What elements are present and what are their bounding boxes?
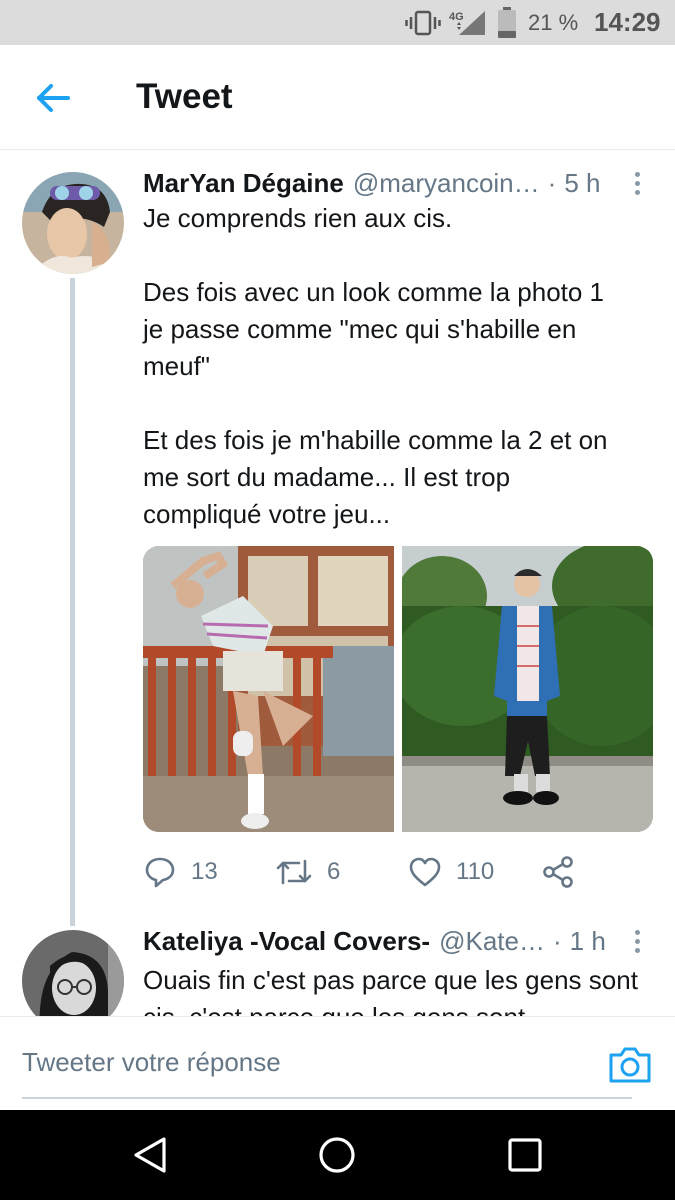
reply-text: Ouais fin c'est pas parce que les gens s… (143, 965, 638, 1016)
system-nav-bar (0, 1110, 675, 1200)
tweet-actions: 13 6 110 (143, 850, 653, 894)
tweet-photo-1[interactable] (143, 546, 394, 832)
camera-button[interactable] (606, 1045, 654, 1085)
share-button[interactable] (541, 850, 575, 894)
tweet-header: MarYan Dégaine @maryancoin… · 5 h (143, 168, 600, 202)
tweet-photo-2[interactable] (402, 546, 653, 832)
nav-home-button[interactable] (314, 1132, 360, 1178)
like-button[interactable]: 110 (408, 850, 494, 894)
camera-icon (609, 1047, 651, 1083)
back-button[interactable] (30, 75, 76, 121)
share-icon (543, 856, 573, 888)
nav-back-button[interactable] (128, 1132, 174, 1178)
home-circle-icon (319, 1137, 355, 1173)
more-options-icon[interactable] (632, 172, 642, 198)
reply-button[interactable]: 13 (143, 850, 218, 894)
reply-time: 1 h (569, 926, 606, 956)
page-title: Tweet (136, 77, 233, 116)
arrow-left-icon (37, 84, 70, 112)
retweet-icon (276, 859, 312, 885)
reply-icon (145, 857, 175, 888)
signal-icon: 4G (449, 0, 489, 45)
clock: 14:29 (594, 7, 661, 37)
network-type: 4G (449, 11, 464, 23)
author-name[interactable]: MarYan Dégaine (143, 168, 344, 199)
author-handle[interactable]: @maryancoin… (353, 168, 540, 199)
reply-author-handle[interactable]: @Kate… (439, 926, 545, 957)
separator: · (547, 168, 557, 198)
reply-more-options-icon[interactable] (632, 930, 642, 956)
retweet-count: 6 (327, 858, 341, 885)
battery-icon (497, 0, 521, 45)
reply-count: 13 (191, 858, 218, 885)
back-triangle-icon (134, 1137, 166, 1173)
like-count: 110 (456, 858, 495, 885)
compose-bar (0, 1016, 675, 1110)
status-bar: 4G 21 % 14:29 (0, 0, 675, 45)
recents-square-icon (508, 1138, 542, 1172)
nav-recents-button[interactable] (502, 1132, 548, 1178)
reply-author-name[interactable]: Kateliya -Vocal Covers- (143, 926, 430, 957)
tweet-time: 5 h (564, 168, 601, 198)
tweet-text: Je comprends rien aux cis. Des fois avec… (143, 203, 608, 529)
battery-level: 21 % (528, 9, 579, 35)
avatar[interactable] (22, 172, 124, 274)
separator: · (552, 926, 562, 956)
retweet-button[interactable]: 6 (275, 850, 340, 894)
reply-header: Kateliya -Vocal Covers- @Kate… · 1 h (143, 926, 606, 960)
heart-icon (409, 857, 441, 887)
vibrate-icon (405, 0, 441, 45)
header: Tweet (0, 45, 675, 150)
reply-input[interactable] (22, 1027, 632, 1099)
thread-line (70, 278, 75, 926)
